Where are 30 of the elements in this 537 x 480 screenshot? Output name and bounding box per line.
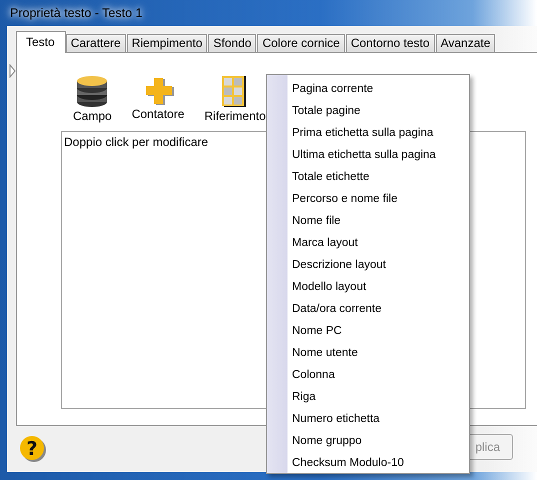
menu-item[interactable]: Totale etichette <box>267 166 469 188</box>
menu-item[interactable]: Colonna <box>267 364 469 386</box>
tab[interactable]: Contorno testo <box>346 34 435 52</box>
menu-item[interactable]: Percorso e nome file <box>267 188 469 210</box>
menu-item[interactable]: Nome utente <box>267 342 469 364</box>
menu-item[interactable]: Ultima etichetta sulla pagina <box>267 144 469 166</box>
menu-item[interactable]: Descrizione layout <box>267 254 469 276</box>
expand-arrow-icon[interactable] <box>9 64 16 78</box>
tab[interactable]: Avanzate <box>436 34 496 52</box>
menu-item[interactable]: Numero etichetta <box>267 408 469 430</box>
toolbar-label[interactable]: Contatore <box>132 107 184 121</box>
menu-item[interactable]: Data/ora corrente <box>267 298 469 320</box>
database-icon <box>75 75 110 109</box>
menu-item[interactable]: Modello layout <box>267 276 469 298</box>
tab[interactable]: Riempimento <box>126 34 208 52</box>
tab[interactable]: Testo <box>16 31 66 53</box>
tab[interactable]: Carattere <box>66 34 126 52</box>
menu-item[interactable]: Riga <box>267 386 469 408</box>
window-title: Proprietà testo - Testo 1 <box>9 6 144 20</box>
tab[interactable]: Sfondo <box>208 34 256 52</box>
menu-item[interactable]: Totale pagine <box>267 100 469 122</box>
menu-item[interactable]: Marca layout <box>267 232 469 254</box>
menu-item[interactable]: Nome file <box>267 210 469 232</box>
menu-item[interactable]: Prima etichetta sulla pagina <box>267 122 469 144</box>
menu-item[interactable]: Pagina corrente <box>267 78 469 100</box>
tab[interactable]: Colore cornice <box>257 34 345 52</box>
menu-item[interactable]: Nome PC <box>267 320 469 342</box>
toolbar-label[interactable]: Campo <box>73 109 112 123</box>
toolbar-label[interactable]: Riferimento <box>204 109 266 123</box>
help-icon[interactable]: ? <box>20 435 46 463</box>
